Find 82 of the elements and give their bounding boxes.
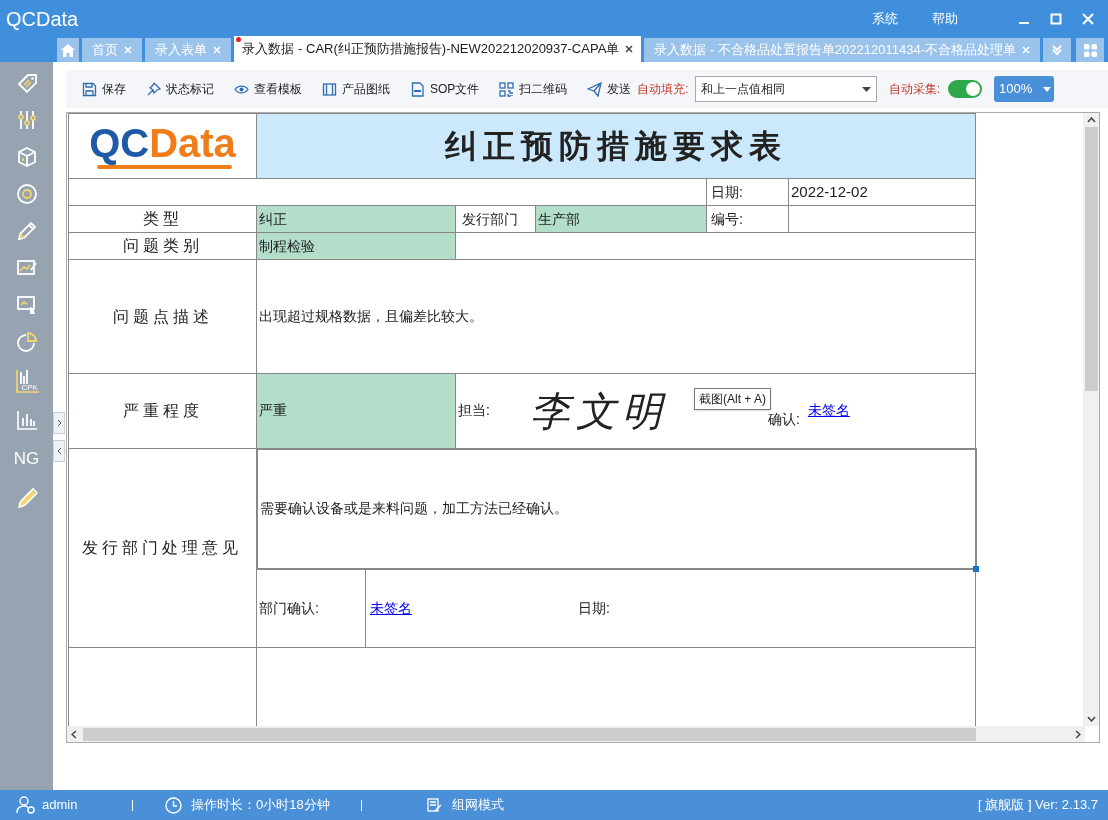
- form-logo: QCData: [89, 123, 236, 169]
- bar-chart-icon[interactable]: [15, 409, 38, 431]
- tab[interactable]: 录入数据 - CAR(纠正预防措施报告)-NEW202212020937-CAPA单: [234, 36, 642, 62]
- cube-icon[interactable]: [15, 146, 38, 168]
- auto-fill-select[interactable]: 和上一点值相同: [694, 76, 877, 102]
- version-info: [ 旗舰版 ] Ver: 2.13.7: [978, 796, 1098, 815]
- form-title: 纠正预防措施要求表: [256, 113, 976, 179]
- field-label: 部门确认:: [259, 598, 319, 618]
- toolbar-button[interactable]: 查看模板: [234, 80, 302, 98]
- scroll-right-icon[interactable]: [1075, 729, 1081, 739]
- vertical-scrollbar[interactable]: [1083, 113, 1099, 726]
- network-mode: 组网模式: [452, 796, 504, 815]
- toolbar-button[interactable]: 状态标记: [146, 80, 214, 98]
- field-label: 发行部门处理意见: [68, 448, 257, 647]
- field-label: 问题类别: [68, 232, 257, 260]
- sliders-icon[interactable]: [15, 109, 38, 131]
- field-label: 编号:: [706, 205, 789, 233]
- scroll-down-icon[interactable]: [1086, 716, 1096, 722]
- field-label: 问题点描述: [68, 259, 257, 374]
- dropdown-caret-icon: [861, 86, 871, 92]
- selection-handle[interactable]: [972, 565, 979, 572]
- user-name: admin: [42, 796, 79, 815]
- field-value: 纠正: [256, 205, 456, 233]
- field-value: 严重: [256, 373, 456, 449]
- auto-fill-label: 自动填充:: [637, 81, 689, 98]
- save-icon: [82, 81, 97, 97]
- dropdown-caret-icon: [1043, 86, 1052, 92]
- close-icon[interactable]: [625, 45, 634, 53]
- field-label: 担当:: [458, 401, 491, 421]
- grid-button[interactable]: [1076, 38, 1104, 62]
- pie-chart-icon[interactable]: [15, 331, 38, 353]
- pin-icon: [146, 81, 161, 97]
- target-icon[interactable]: [15, 183, 38, 205]
- field-value: 生产部: [535, 205, 707, 233]
- field-value: 制程检验: [256, 232, 456, 260]
- select-value: 和上一点值相同: [700, 81, 785, 98]
- field-value: 需要确认设备或是来料问题，加工方法已经确认。: [259, 500, 568, 516]
- toolbar-button[interactable]: 扫二维码: [499, 80, 568, 98]
- field-label: 日期:: [706, 178, 789, 206]
- user-settings-icon: [16, 796, 36, 814]
- home-tab[interactable]: [57, 38, 80, 62]
- chart-touch-icon[interactable]: [15, 294, 38, 316]
- double-chevron-icon: [1051, 44, 1063, 56]
- field-label: 日期:: [578, 598, 610, 618]
- field-value: 出现超过规格数据，且偏差比较大。: [256, 259, 976, 374]
- tab-list-button[interactable]: [1043, 38, 1071, 62]
- sign-link[interactable]: 未签名: [370, 599, 412, 616]
- scroll-thumb[interactable]: [83, 727, 976, 741]
- toolbar-button[interactable]: SOP文件: [410, 80, 480, 98]
- drawing-icon: [322, 81, 337, 97]
- toolbar-button[interactable]: 产品图纸: [322, 80, 390, 98]
- sign-link[interactable]: 未签名: [807, 400, 850, 422]
- expand-handle[interactable]: [53, 440, 65, 462]
- app-title: QCData: [5, 7, 79, 32]
- toolbar-button[interactable]: 保存: [82, 80, 126, 98]
- auto-capture-toggle[interactable]: [948, 80, 983, 98]
- auto-capture-label: 自动采集:: [888, 81, 941, 98]
- scroll-up-icon[interactable]: [1086, 117, 1096, 123]
- clock-icon: [165, 796, 182, 814]
- field-label: 确认:: [768, 410, 800, 430]
- network-mode-icon: [427, 797, 443, 813]
- field-label: 类型: [68, 205, 257, 233]
- grid-icon: [1083, 43, 1097, 57]
- signature: 李文明: [530, 390, 668, 431]
- scroll-left-icon[interactable]: [71, 729, 77, 739]
- zoom-value: 100%: [998, 80, 1033, 99]
- horizontal-scrollbar[interactable]: [67, 726, 1085, 742]
- toolbar-button[interactable]: 发送: [587, 80, 632, 98]
- send-icon: [587, 81, 603, 97]
- maximize-icon[interactable]: [1050, 13, 1062, 25]
- tag-icon[interactable]: [15, 72, 38, 94]
- collapse-handle[interactable]: [53, 412, 65, 434]
- qr-code-icon: [499, 81, 515, 97]
- operation-duration: 操作时长：0小时18分钟: [191, 796, 331, 815]
- tooltip: 截图(Alt + A): [694, 388, 771, 410]
- field-value: 2022-12-02: [788, 178, 976, 206]
- field-label: 严重程度: [68, 373, 257, 449]
- scroll-thumb[interactable]: [1084, 127, 1098, 391]
- pencil-icon[interactable]: [15, 220, 38, 242]
- document-icon: [410, 81, 425, 97]
- field-label: 发行部门: [455, 205, 536, 233]
- home-icon: [61, 43, 76, 57]
